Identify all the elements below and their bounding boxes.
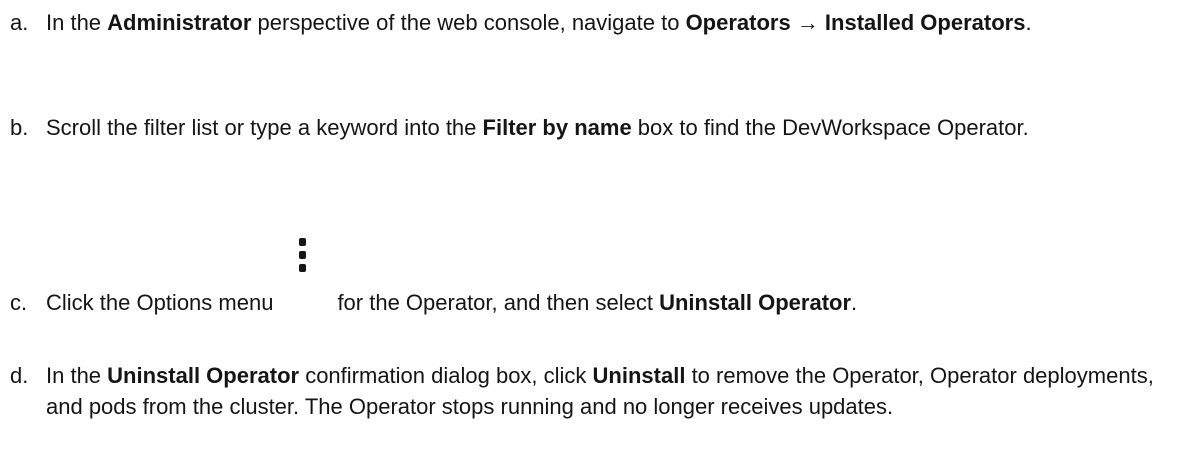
step-a: a. In the Administrator perspective of t… xyxy=(10,7,1180,38)
filter-by-name-term: Filter by name xyxy=(482,115,632,140)
step-d-text-2: confirmation dialog box, click xyxy=(299,363,593,388)
step-d-text-1: In the xyxy=(46,363,108,388)
uninstall-operator-dialog-term: Uninstall Operator xyxy=(107,363,300,388)
step-b-text-2: box to find the DevWorkspace Operator. xyxy=(631,115,1029,140)
step-c-text-1: Click the Options menu xyxy=(46,290,274,315)
step-c-text-3: . xyxy=(851,290,858,315)
step-a-text-2: perspective of the web console, navigate… xyxy=(251,10,686,35)
step-text: Click the Options menu for the Operator, … xyxy=(46,238,1180,318)
uninstall-operator-term: Uninstall Operator xyxy=(659,290,852,315)
uninstall-term: Uninstall xyxy=(592,363,686,388)
step-marker: c. xyxy=(10,290,28,315)
step-c-text-2: for the Operator, and then select xyxy=(337,290,660,315)
step-text: In the Uninstall Operator confirmation d… xyxy=(46,360,1180,422)
step-marker: a. xyxy=(10,10,29,35)
step-marker: d. xyxy=(10,363,29,388)
step-a-text-1: In the xyxy=(46,10,108,35)
step-c: c. Click the Options menu for the Operato… xyxy=(10,238,1180,318)
kebab-menu-icon xyxy=(273,238,337,310)
step-text: Scroll the filter list or type a keyword… xyxy=(46,112,1180,143)
step-b: b. Scroll the filter list or type a keyw… xyxy=(10,112,1180,143)
step-d: d. In the Uninstall Operator confirmatio… xyxy=(10,360,1180,422)
step-a-text-3: . xyxy=(1025,10,1032,35)
installed-operators-path: Operators → Installed Operators xyxy=(685,10,1026,35)
administrator-term: Administrator xyxy=(107,10,252,35)
step-text: In the Administrator perspective of the … xyxy=(46,7,1180,38)
step-b-text-1: Scroll the filter list or type a keyword… xyxy=(46,115,483,140)
step-marker: b. xyxy=(10,115,29,140)
